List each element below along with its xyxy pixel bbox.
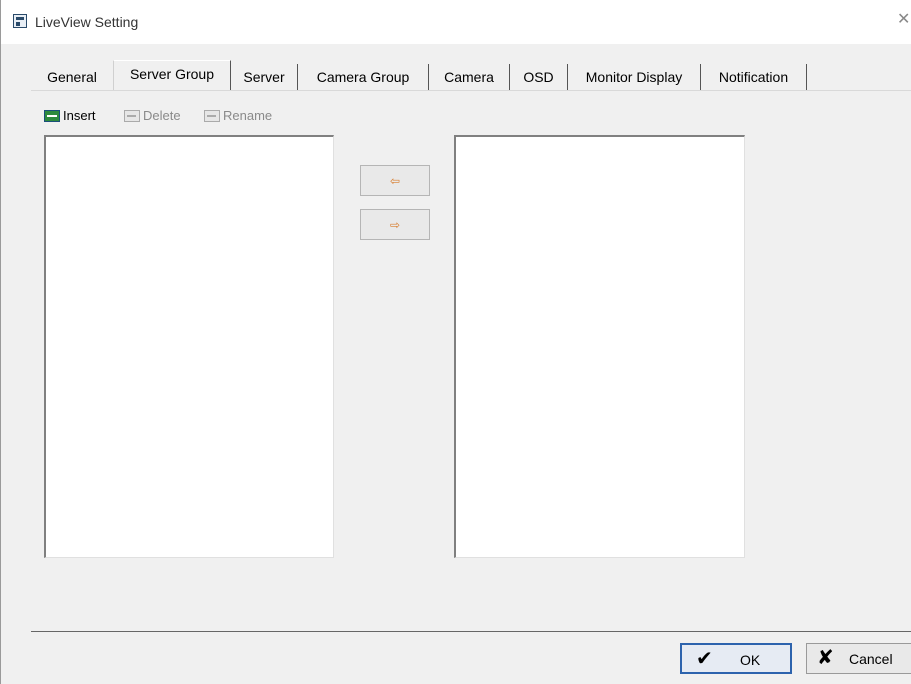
tab-camera-group[interactable]: Camera Group	[298, 64, 429, 90]
rename-label: Rename	[223, 108, 273, 123]
cancel-label: Cancel	[849, 651, 893, 667]
arrow-right-icon: ⇨	[389, 217, 401, 232]
rename-button[interactable]: Rename	[204, 106, 272, 126]
tab-monitor-display[interactable]: Monitor Display	[568, 64, 701, 90]
tab-notification[interactable]: Notification	[701, 64, 807, 90]
title-bar: LiveView Setting ✕	[1, 0, 911, 44]
app-icon	[13, 14, 27, 28]
delete-icon	[124, 110, 140, 122]
server-group-list[interactable]	[44, 135, 334, 558]
ok-label: OK	[740, 652, 761, 668]
tab-server-group[interactable]: Server Group	[113, 60, 231, 91]
tab-camera[interactable]: Camera	[429, 64, 510, 90]
tab-baseline	[31, 90, 911, 91]
checkmark-icon: ✔	[696, 648, 713, 670]
close-icon[interactable]: ✕	[897, 12, 910, 28]
footer-divider	[31, 631, 911, 632]
insert-label: Insert	[63, 108, 96, 123]
tab-general[interactable]: General	[31, 64, 113, 90]
insert-button[interactable]: Insert	[44, 106, 96, 126]
assigned-server-list[interactable]	[454, 135, 745, 558]
window-title: LiveView Setting	[35, 14, 139, 30]
insert-icon	[44, 110, 60, 122]
liveview-setting-dialog: LiveView Setting ✕ General Server Group …	[0, 0, 911, 684]
delete-button[interactable]: Delete	[124, 106, 181, 126]
move-right-button[interactable]: ⇨	[360, 209, 430, 240]
delete-label: Delete	[143, 108, 181, 123]
ok-button[interactable]: ✔ OK	[680, 643, 792, 674]
arrow-left-icon: ⇦	[389, 173, 401, 188]
move-left-button[interactable]: ⇦	[360, 165, 430, 196]
rename-icon	[204, 110, 220, 122]
tab-server[interactable]: Server	[231, 64, 298, 90]
tab-osd[interactable]: OSD	[510, 64, 568, 90]
cancel-button[interactable]: ✘ Cancel	[806, 643, 911, 674]
cross-icon: ✘	[817, 647, 834, 669]
